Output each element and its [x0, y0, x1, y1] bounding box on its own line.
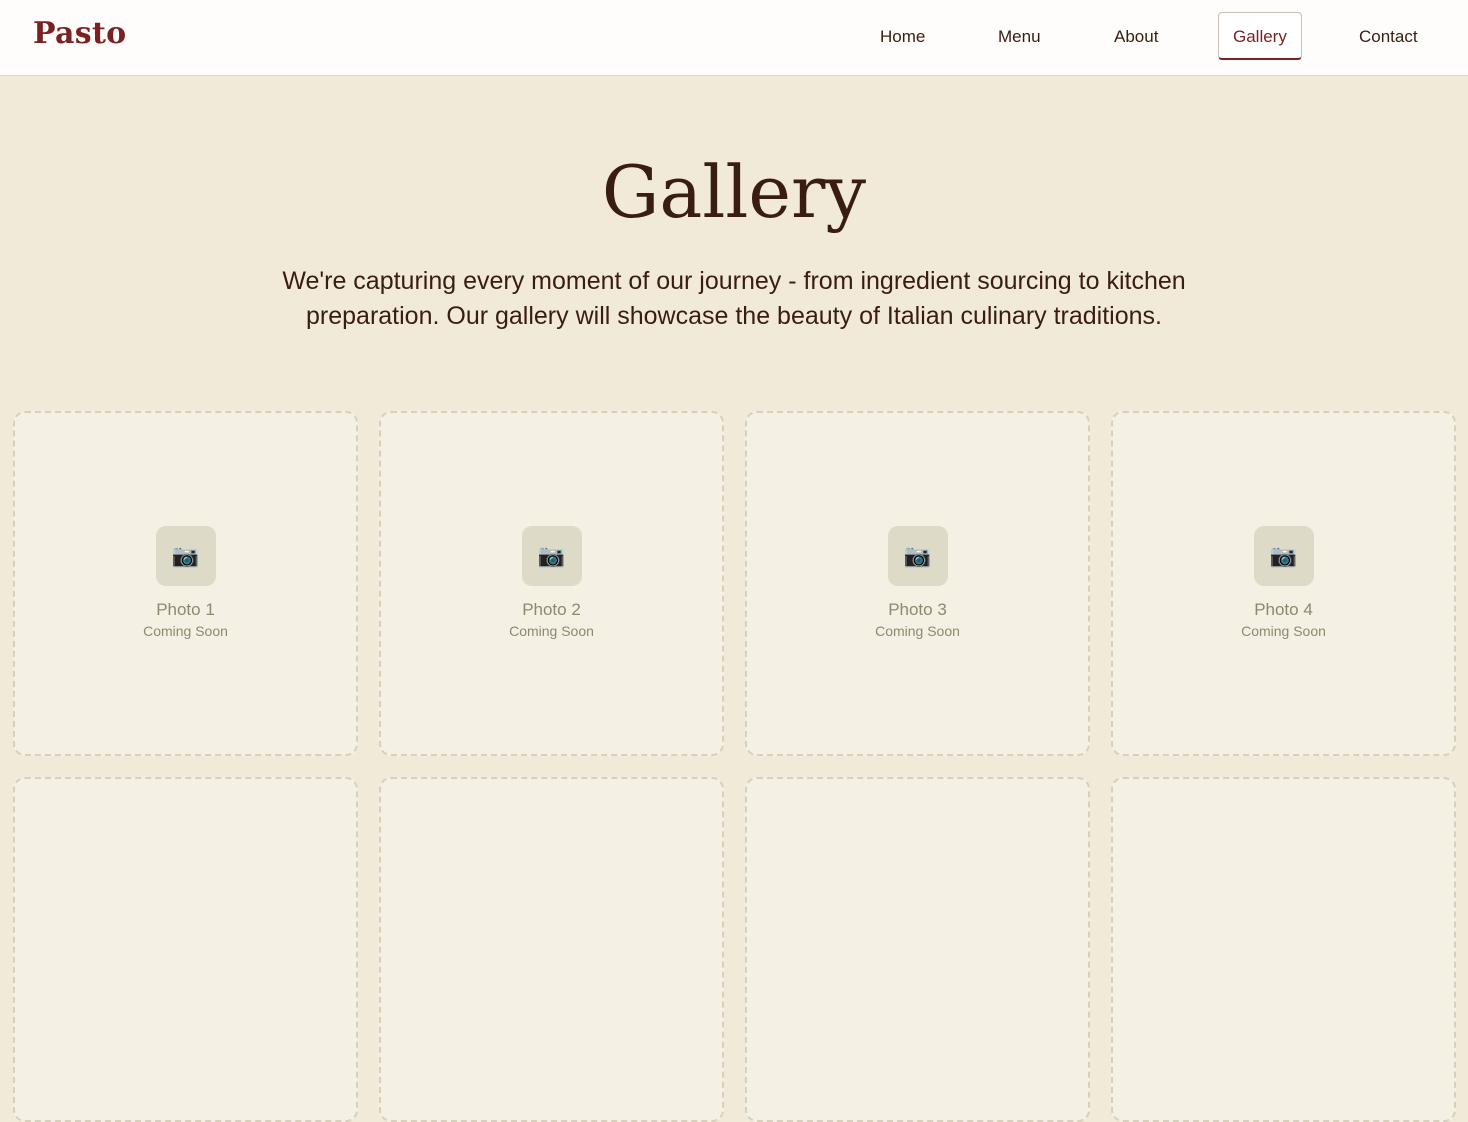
card-subtitle: Coming Soon: [509, 623, 594, 639]
page-title: Gallery: [601, 150, 867, 234]
card-title: Photo 2: [522, 600, 581, 619]
card-title: Photo 1: [156, 600, 215, 619]
card-title: Photo 4: [1254, 600, 1313, 619]
gallery-card: 📷 Photo 4 Coming Soon: [1111, 411, 1456, 756]
gallery-card: 📷 Photo 1 Coming Soon: [13, 411, 358, 756]
gallery-card: [1111, 777, 1456, 1122]
page-description: We're capturing every moment of our jour…: [282, 267, 1186, 330]
card-title: Photo 3: [888, 600, 947, 619]
site-logo[interactable]: Pasto: [33, 16, 126, 51]
nav-link-about[interactable]: About: [1114, 25, 1158, 49]
gallery-card: [379, 777, 724, 1122]
gallery-grid: 📷 Photo 1 Coming Soon 📷 Photo 2 Coming S…: [13, 411, 1456, 1122]
camera-icon: 📷: [155, 526, 216, 586]
card-subtitle: Coming Soon: [875, 623, 960, 639]
nav-link-home[interactable]: Home: [880, 25, 925, 49]
camera-icon: 📷: [521, 526, 582, 586]
top-navbar: Pasto Home Menu About Gallery Contact: [0, 0, 1468, 76]
camera-icon: 📷: [887, 526, 948, 586]
gallery-card: 📷 Photo 3 Coming Soon: [745, 411, 1090, 756]
card-subtitle: Coming Soon: [143, 623, 228, 639]
nav-link-contact[interactable]: Contact: [1359, 25, 1418, 49]
gallery-card: [745, 777, 1090, 1122]
gallery-card: 📷 Photo 2 Coming Soon: [379, 411, 724, 756]
card-subtitle: Coming Soon: [1241, 623, 1326, 639]
camera-icon: 📷: [1253, 526, 1314, 586]
gallery-card: [13, 777, 358, 1122]
nav-link-menu[interactable]: Menu: [998, 25, 1041, 49]
nav-link-gallery[interactable]: Gallery: [1218, 12, 1302, 60]
